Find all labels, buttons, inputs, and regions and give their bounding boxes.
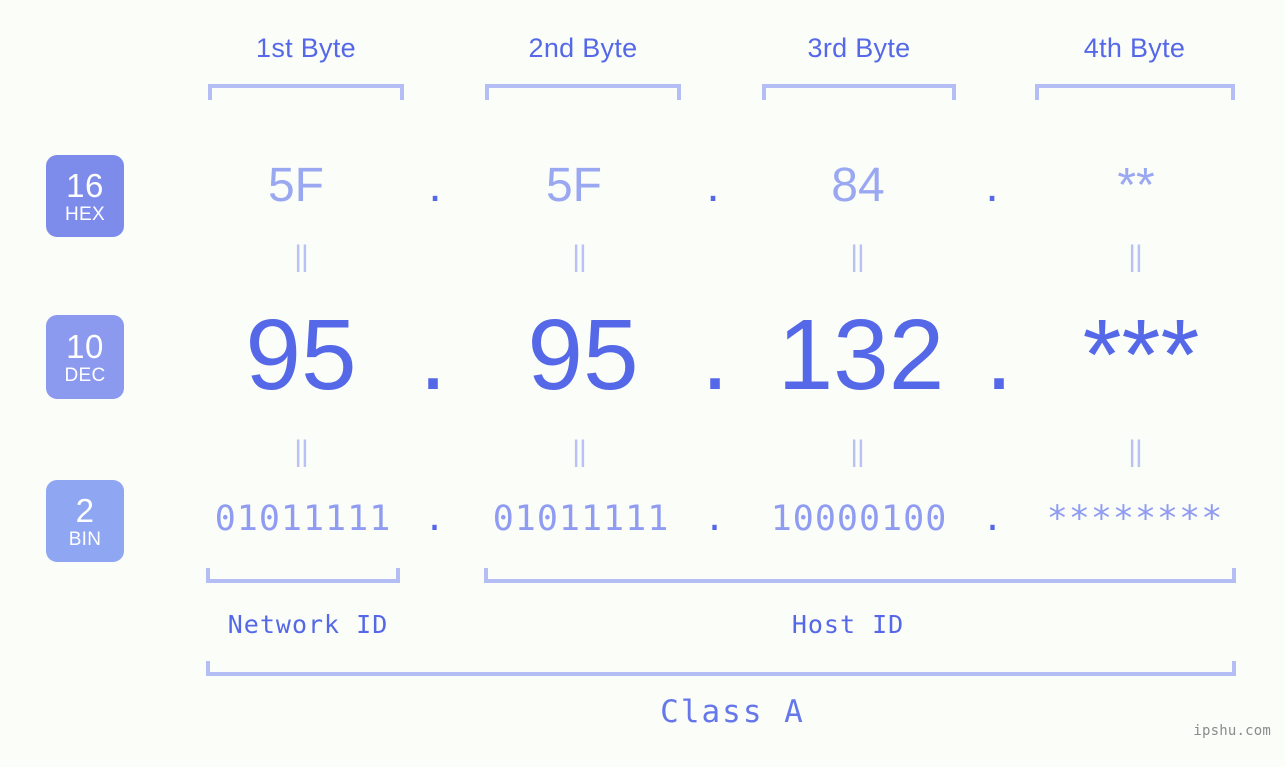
ip-class-label: Class A: [660, 694, 805, 730]
bin-byte-4: ********: [1046, 499, 1224, 539]
bin-byte-1: 01011111: [214, 499, 392, 539]
equality-mark: ||: [572, 240, 587, 273]
dec-separator-1: .: [419, 299, 447, 411]
byte-bracket-2: [485, 84, 681, 100]
byte-bracket-4: [1035, 84, 1235, 100]
hex-byte-2: 5F: [545, 159, 602, 212]
dec-separator-3: .: [985, 299, 1013, 411]
equality-mark: ||: [850, 240, 865, 273]
dec-byte-1: 95: [245, 299, 357, 411]
bin-separator-2: .: [703, 499, 727, 539]
bin-separator-1: .: [423, 499, 447, 539]
class-bracket: [206, 661, 1236, 676]
dec-byte-4: ***: [1082, 299, 1200, 411]
site-watermark: ipshu.com: [1193, 723, 1271, 739]
network-id-bracket: [206, 568, 400, 583]
bin-value-row: 01011111 . 01011111 . 10000100 . *******…: [0, 495, 1285, 550]
dec-value-row: 95 . 95 . 132 . ***: [0, 300, 1285, 410]
equality-mark: ||: [850, 435, 865, 468]
hex-byte-1: 5F: [267, 159, 324, 212]
byte-bracket-1: [208, 84, 404, 100]
hex-byte-3: 84: [831, 159, 885, 212]
bin-byte-3: 10000100: [770, 499, 948, 539]
hex-byte-4: **: [1117, 159, 1155, 212]
bin-separator-3: .: [981, 499, 1005, 539]
byte-bracket-3: [762, 84, 956, 100]
bin-byte-2: 01011111: [492, 499, 670, 539]
host-id-label: Host ID: [791, 610, 905, 639]
hex-separator-3: .: [985, 159, 999, 212]
network-id-label: Network ID: [227, 610, 389, 639]
byte-header-4: 4th Byte: [1083, 33, 1186, 63]
dec-byte-3: 132: [777, 299, 945, 411]
hex-value-row: 5F . 5F . 84 . **: [0, 150, 1285, 230]
equality-mark: ||: [294, 435, 309, 468]
byte-header-2: 2nd Byte: [528, 33, 638, 63]
equality-mark: ||: [1128, 240, 1143, 273]
ip-address-breakdown-diagram: 1st Byte 2nd Byte 3rd Byte 4th Byte 16 H…: [0, 0, 1285, 767]
equality-mark: ||: [1128, 435, 1143, 468]
byte-header-1: 1st Byte: [256, 33, 356, 63]
dec-separator-2: .: [701, 299, 729, 411]
equality-mark: ||: [572, 435, 587, 468]
byte-header-3: 3rd Byte: [807, 33, 911, 63]
hex-separator-1: .: [428, 159, 442, 212]
host-id-bracket: [484, 568, 1236, 583]
dec-byte-2: 95: [527, 299, 639, 411]
hex-separator-2: .: [706, 159, 720, 212]
equality-mark: ||: [294, 240, 309, 273]
